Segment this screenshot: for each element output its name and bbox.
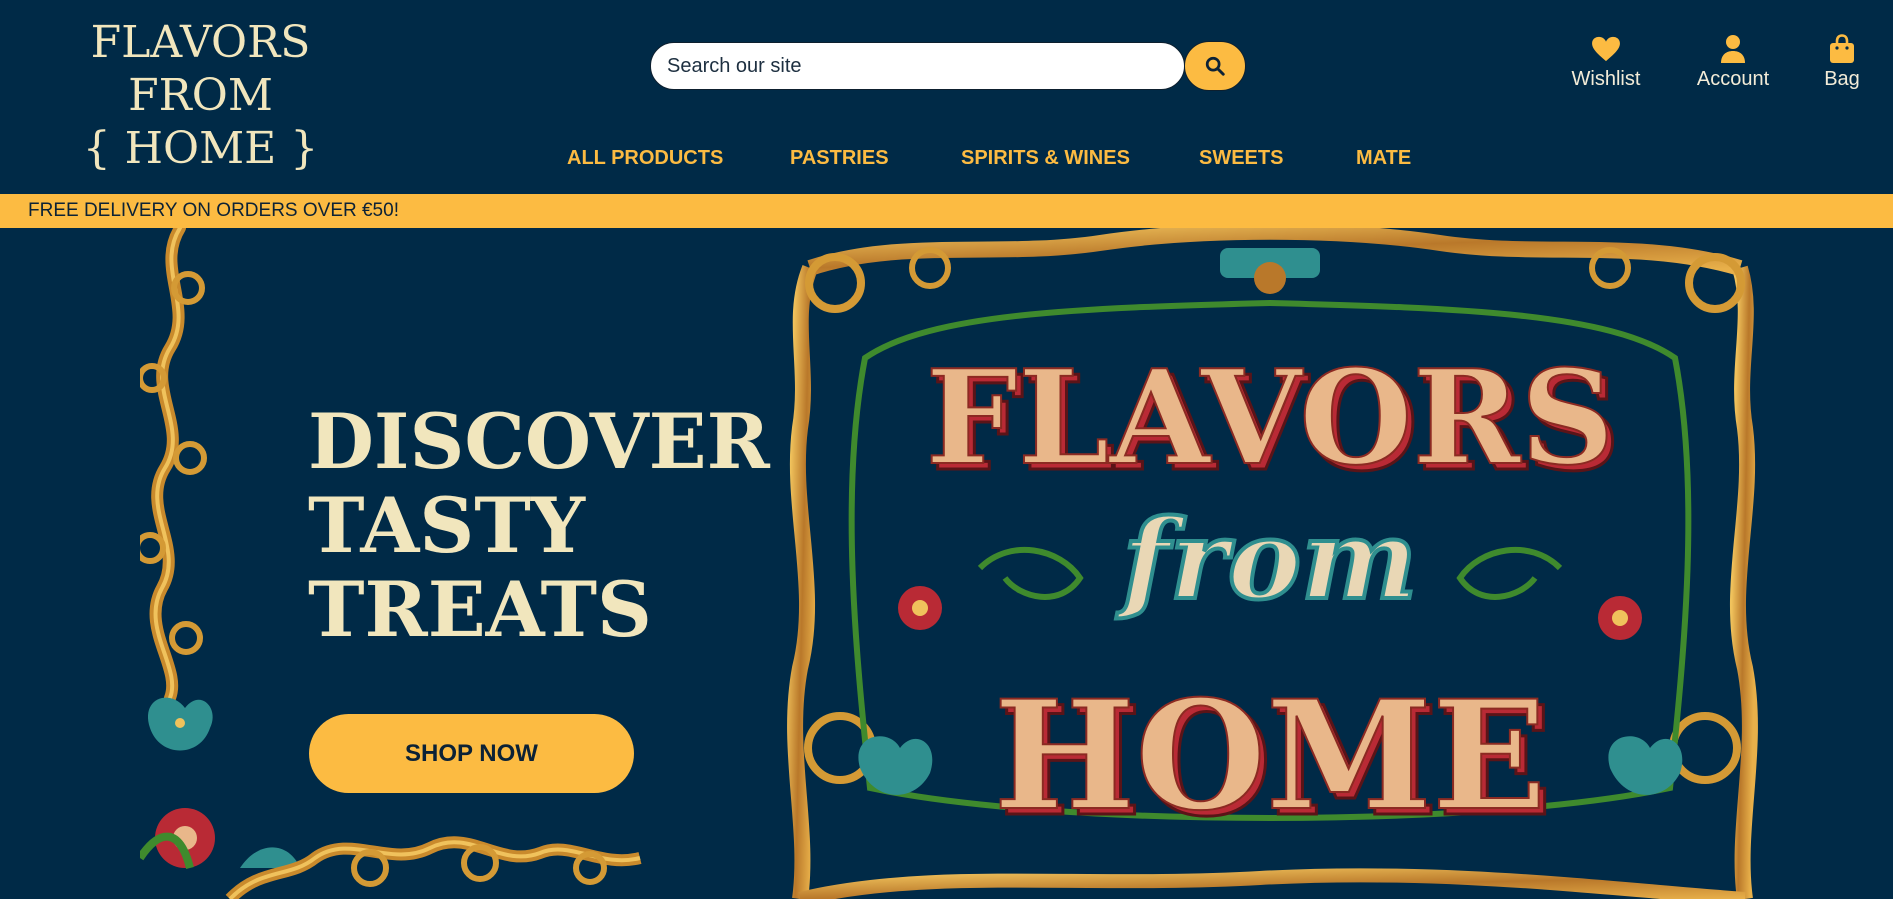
sign-line-2: from [1115,495,1417,624]
promo-banner: FREE DELIVERY ON ORDERS OVER €50! [0,194,1893,228]
account-link[interactable]: Account [1690,34,1776,91]
search-input[interactable] [650,42,1185,90]
bag-link[interactable]: Bag [1818,34,1866,91]
hero-heading-line-1: DISCOVER [308,397,770,486]
user-icon [1721,35,1745,63]
nav-item-sweets[interactable]: SWEETS [1199,147,1283,170]
shop-now-button[interactable]: SHOP NOW [309,714,634,793]
hero-sign-image: FLAVORS FLAVORS from HOME HOME [787,228,1758,899]
wishlist-label: Wishlist [1571,68,1641,90]
hero-section: DISCOVER TASTY TREATS SHOP NOW FLAVORS F… [0,228,1893,899]
nav-item-mate[interactable]: MATE [1356,147,1411,170]
search-icon [1205,56,1225,76]
nav-item-spirits-wines[interactable]: SPIRITS & WINES [961,147,1130,170]
main-nav: ALL PRODUCTS PASTRIES SPIRITS & WINES SW… [0,145,1893,175]
search-button[interactable] [1184,41,1246,91]
nav-item-pastries[interactable]: PASTRIES [790,147,889,170]
search-bar [650,41,1246,91]
heart-icon [1592,36,1620,62]
hero-heading: DISCOVER TASTY TREATS [308,397,770,654]
hero-heading-line-2: TASTY [308,481,586,570]
wishlist-link[interactable]: Wishlist [1566,34,1646,91]
sign-line-1: FLAVORS [926,341,1615,494]
sign-line-3: HOME [994,668,1547,844]
bag-label: Bag [1824,68,1860,90]
site-header: FLAVORS FROM { HOME } Wishlist Account [0,0,1893,194]
account-label: Account [1696,68,1770,90]
logo-line-1: FLAVORS FROM [90,17,311,121]
shopping-bag-icon [1830,34,1854,63]
nav-item-all-products[interactable]: ALL PRODUCTS [567,147,723,170]
hero-heading-line-3: TREATS [308,565,652,654]
